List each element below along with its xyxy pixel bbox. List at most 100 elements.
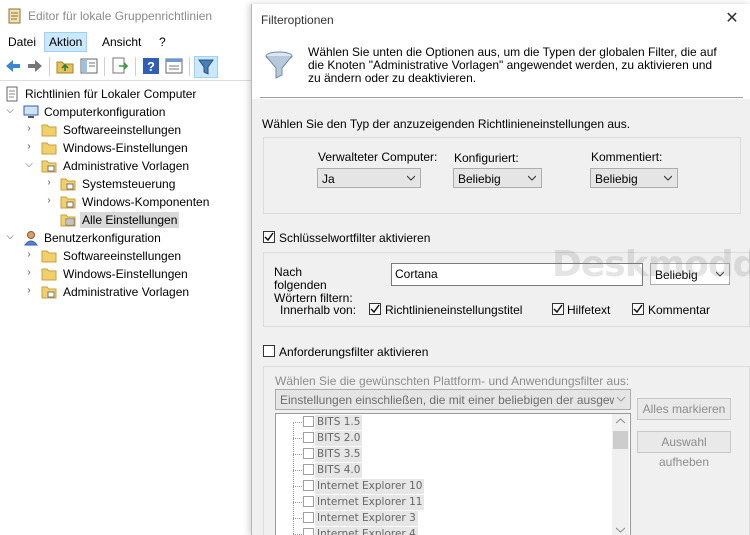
configured-combo[interactable]: Beliebig bbox=[453, 168, 542, 188]
chevron-right-icon[interactable]: › bbox=[24, 142, 34, 152]
tree-computer-config[interactable]: ⌵ Computerkonfiguration bbox=[0, 103, 252, 121]
chevron-down-icon bbox=[528, 175, 536, 181]
within-comment-checkbox[interactable] bbox=[632, 303, 644, 315]
chevron-down-icon bbox=[664, 175, 672, 181]
dialog-header: Wählen Sie unten die Optionen aus, um di… bbox=[252, 35, 750, 99]
tree-item-label: Administrative Vorlagen bbox=[63, 285, 190, 299]
admin-template-folder-icon bbox=[60, 196, 76, 209]
tree-item-user-admin-templates[interactable]: › Administrative Vorlagen bbox=[0, 283, 252, 301]
keyword-label: Nach folgenden Wörtern filtern: bbox=[274, 265, 353, 305]
close-icon[interactable]: ✕ bbox=[722, 10, 742, 30]
filter-icon[interactable] bbox=[194, 56, 218, 78]
menu-ansicht[interactable]: Ansicht bbox=[98, 33, 145, 51]
platform-checkbox[interactable] bbox=[303, 496, 314, 507]
within-help-checkbox[interactable] bbox=[552, 303, 564, 315]
scroll-down-icon[interactable] bbox=[616, 527, 625, 533]
platform-label: BITS 2.0 bbox=[315, 431, 363, 446]
commented-combo[interactable]: Beliebig bbox=[590, 168, 678, 188]
tree-item-windows-components[interactable]: › Windows-Komponenten bbox=[0, 193, 252, 211]
tree-item-label: Softwareeinstellungen bbox=[63, 249, 182, 263]
menu-aktion[interactable]: Aktion bbox=[44, 32, 88, 52]
platform-label: Internet Explorer 11 bbox=[315, 495, 425, 510]
select-all-button[interactable]: Alles markieren bbox=[637, 398, 731, 420]
platform-checkbox[interactable] bbox=[303, 416, 314, 427]
platform-label: BITS 1.5 bbox=[315, 415, 363, 430]
type-prompt: Wählen Sie den Typ der anzuzeigenden Ric… bbox=[262, 117, 631, 131]
show-hide-tree-icon[interactable] bbox=[80, 57, 98, 75]
admin-template-folder-icon bbox=[41, 286, 57, 299]
tree-item-user-software[interactable]: › Softwareeinstellungen bbox=[0, 247, 252, 265]
within-title-checkbox[interactable] bbox=[369, 303, 381, 315]
platform-label: Internet Explorer 10 bbox=[315, 479, 425, 494]
chevron-right-icon[interactable]: › bbox=[24, 124, 34, 134]
tree-item-admin-templates[interactable]: ⌵ Administrative Vorlagen bbox=[0, 157, 252, 175]
chevron-right-icon[interactable]: › bbox=[24, 286, 34, 296]
menu-datei[interactable]: Datei bbox=[4, 33, 40, 51]
tree-item-label: Administrative Vorlagen bbox=[63, 159, 190, 173]
folder-up-icon[interactable] bbox=[56, 57, 74, 75]
scrollbar-thumb[interactable] bbox=[613, 431, 628, 449]
platform-checkbox[interactable] bbox=[303, 512, 314, 523]
tree-item-control-panel[interactable]: › Systemsteuerung bbox=[0, 175, 252, 193]
user-icon bbox=[23, 231, 39, 246]
platform-checkbox[interactable] bbox=[303, 528, 314, 535]
properties-icon[interactable] bbox=[165, 57, 183, 75]
platform-list[interactable]: BITS 1.5 BITS 2.0 BITS 3.5 BITS 4.0 Inte… bbox=[275, 413, 631, 535]
tree-item-software[interactable]: › Softwareeinstellungen bbox=[0, 121, 252, 139]
dialog-titlebar: Filteroptionen ✕ bbox=[252, 4, 750, 35]
chevron-down-icon[interactable]: ⌵ bbox=[5, 106, 15, 116]
platform-checkbox[interactable] bbox=[303, 432, 314, 443]
managed-combo[interactable]: Ja bbox=[317, 168, 421, 188]
help-icon[interactable]: ? bbox=[142, 57, 160, 75]
tree-item-label: Windows-Einstellungen bbox=[63, 141, 188, 155]
commented-value: Beliebig bbox=[595, 172, 638, 186]
platform-match-combo[interactable]: Einstellungen einschließen, die mit eine… bbox=[275, 389, 631, 410]
clear-selection-button[interactable]: Auswahl aufheben bbox=[637, 431, 731, 469]
keyword-filter-label[interactable]: Schlüsselwortfilter aktivieren bbox=[279, 231, 430, 245]
keyword-mode-value: Beliebig bbox=[655, 268, 698, 282]
list-scrollbar[interactable] bbox=[612, 414, 629, 535]
tree-user-config[interactable]: ⌵ Benutzerkonfiguration bbox=[0, 229, 252, 247]
chevron-down-icon bbox=[407, 175, 415, 181]
requirements-filter-checkbox[interactable] bbox=[263, 345, 275, 357]
platform-checkbox[interactable] bbox=[303, 464, 314, 475]
forward-arrow-icon[interactable] bbox=[26, 57, 44, 75]
platform-checkbox[interactable] bbox=[303, 448, 314, 459]
keyword-text-field[interactable] bbox=[395, 267, 625, 281]
tree-item-label: Alle Einstellungen bbox=[80, 212, 180, 228]
menu-help[interactable]: ? bbox=[155, 33, 170, 51]
tree-item-windows[interactable]: › Windows-Einstellungen bbox=[0, 139, 252, 157]
platform-prompt: Wählen Sie die gewünschten Plattform- un… bbox=[275, 374, 630, 388]
toolbar-separator bbox=[104, 57, 105, 76]
folder-icon bbox=[41, 142, 57, 155]
keyword-input[interactable] bbox=[391, 263, 643, 286]
keyword-mode-combo[interactable]: Beliebig bbox=[650, 263, 730, 285]
chevron-down-icon[interactable]: ⌵ bbox=[5, 232, 15, 242]
tree-item-user-windows[interactable]: › Windows-Einstellungen bbox=[0, 265, 252, 283]
within-help-label[interactable]: Hilfetext bbox=[567, 303, 610, 317]
gpedit-app-icon bbox=[8, 8, 21, 24]
tree-item-all-settings[interactable]: Alle Einstellungen bbox=[0, 211, 252, 229]
within-label: Innerhalb von: bbox=[280, 303, 357, 317]
managed-label: Verwalteter Computer: bbox=[318, 150, 438, 164]
admin-template-folder-icon bbox=[60, 178, 76, 191]
requirements-filter-label[interactable]: Anforderungsfilter aktivieren bbox=[279, 345, 428, 359]
within-title-label[interactable]: Richtlinieneinstellungstitel bbox=[385, 303, 522, 317]
tree-root[interactable]: Richtlinien für Lokaler Computer bbox=[0, 85, 252, 103]
admin-template-folder-icon bbox=[41, 160, 57, 173]
chevron-down-icon[interactable]: ⌵ bbox=[24, 160, 34, 170]
platform-checkbox[interactable] bbox=[303, 480, 314, 491]
export-list-icon[interactable] bbox=[111, 57, 129, 75]
scroll-up-icon[interactable] bbox=[616, 418, 625, 424]
chevron-right-icon[interactable]: › bbox=[44, 178, 54, 188]
keyword-filter-checkbox[interactable] bbox=[263, 231, 275, 243]
svg-text:?: ? bbox=[147, 59, 155, 74]
chevron-right-icon[interactable]: › bbox=[24, 250, 34, 260]
back-arrow-icon[interactable] bbox=[4, 57, 22, 75]
platform-label: BITS 3.5 bbox=[315, 447, 363, 462]
configured-label: Konfiguriert: bbox=[454, 151, 519, 165]
chevron-right-icon[interactable]: › bbox=[44, 196, 54, 206]
chevron-right-icon[interactable]: › bbox=[24, 268, 34, 278]
within-comment-label[interactable]: Kommentar bbox=[648, 303, 710, 317]
policy-document-icon bbox=[6, 86, 18, 102]
